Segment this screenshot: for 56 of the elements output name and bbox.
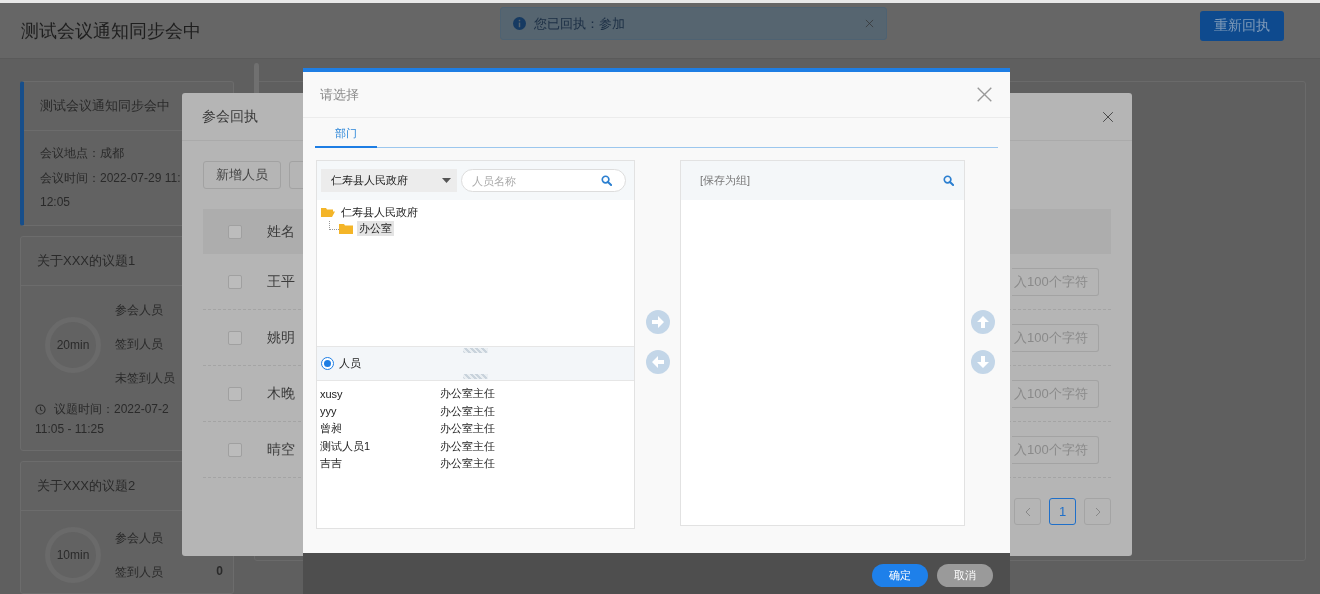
cancel-button[interactable]: 取消 (937, 563, 993, 587)
arrow-down-icon[interactable] (970, 349, 995, 374)
column-header: 姓名 (267, 222, 295, 241)
table-cell: 木晚 (267, 384, 295, 403)
prev-page-button[interactable] (1014, 498, 1041, 525)
checkbox[interactable] (228, 442, 242, 457)
clock-icon (35, 404, 46, 415)
search-icon[interactable] (943, 175, 954, 186)
chevron-left-icon (1024, 506, 1031, 517)
person-position: 办公室主任 (440, 403, 496, 419)
table-cell: 姚明 (267, 328, 295, 347)
resize-grip[interactable] (463, 348, 488, 353)
org-dropdown[interactable]: 仁寿县人民政府 (321, 169, 457, 192)
person-name[interactable]: 测试人员1 (320, 438, 440, 454)
person-position: 办公室主任 (440, 386, 496, 402)
next-page-button[interactable] (1084, 498, 1111, 525)
close-icon[interactable] (976, 86, 993, 103)
tab[interactable]: 部门 (315, 122, 377, 148)
checkbox[interactable] (228, 224, 242, 239)
person-position: 办公室主任 (440, 456, 496, 472)
table-cell: 晴空 (267, 440, 295, 459)
add-person-button[interactable]: 新增人员 (203, 161, 281, 189)
arrow-left-icon[interactable] (645, 349, 670, 374)
checkbox[interactable] (228, 274, 242, 289)
chevron-right-icon (1094, 506, 1101, 517)
duration-ring: 10min (45, 527, 101, 583)
caret-icon (442, 178, 451, 183)
save-group-link[interactable]: [保存为组] (700, 173, 751, 188)
resize-grip[interactable] (463, 374, 488, 379)
checkbox[interactable] (228, 330, 242, 345)
arrow-up-icon[interactable] (970, 309, 995, 334)
radio-label: 人员 (339, 356, 361, 371)
dialog-title: 请选择 (320, 85, 359, 104)
person-position: 办公室主任 (440, 421, 496, 437)
confirm-button[interactable]: 确定 (872, 563, 928, 587)
checkbox[interactable] (228, 386, 242, 401)
close-icon[interactable] (1102, 110, 1114, 123)
radio-button[interactable] (321, 357, 334, 370)
person-name[interactable]: 吉吉 (320, 456, 440, 472)
tree-node[interactable]: 办公室 (357, 220, 394, 236)
search-icon[interactable] (601, 175, 612, 186)
person-name[interactable]: 曾昶 (320, 421, 440, 437)
search-field[interactable]: 人员名称 (461, 169, 626, 192)
person-name[interactable]: yyy (320, 405, 440, 418)
re-reply-button[interactable]: 重新回执 (1200, 10, 1284, 41)
stat-value: 0 (216, 563, 223, 580)
info-icon (513, 17, 526, 30)
meeting-time-end: 12:05 (40, 195, 72, 209)
page-title: 测试会议通知同步会中 (21, 19, 201, 43)
arrow-right-icon[interactable] (645, 309, 670, 334)
duration-ring: 20min (45, 316, 101, 373)
person-name[interactable]: xusy (320, 387, 440, 400)
table-cell: 王平 (267, 272, 295, 291)
person-position: 办公室主任 (440, 438, 496, 454)
topic-time-range: 11:05 - 11:25 (35, 422, 105, 436)
tree-node[interactable]: 仁寿县人民政府 (339, 204, 420, 220)
